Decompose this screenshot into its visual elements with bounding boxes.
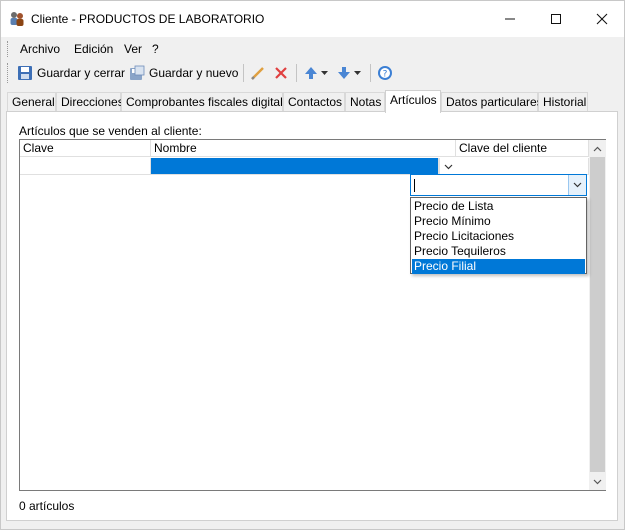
dropdown-option-precio-filial[interactable]: Precio Filial xyxy=(412,259,585,274)
menu-help[interactable]: ? xyxy=(152,42,159,56)
scroll-thumb[interactable] xyxy=(590,157,605,472)
dropdown-option-precio-lista[interactable]: Precio de Lista xyxy=(412,199,585,214)
toolbar-separator xyxy=(370,64,371,82)
edit-button[interactable] xyxy=(250,63,270,83)
tab-comprobantes[interactable]: Comprobantes fiscales digitales xyxy=(121,92,295,112)
cell-nombre[interactable] xyxy=(151,158,439,175)
save-close-button[interactable]: Guardar y cerrar xyxy=(17,63,125,83)
chevron-down-icon xyxy=(444,164,452,169)
edit-pencil-icon xyxy=(251,67,264,80)
menu-edicion[interactable]: Edición xyxy=(74,42,113,56)
help-icon: ? xyxy=(378,66,392,80)
arrow-up-icon xyxy=(305,67,317,79)
chevron-down-icon xyxy=(321,71,328,75)
minimize-button[interactable] xyxy=(487,1,533,37)
tab-historial[interactable]: Historial xyxy=(538,92,588,112)
column-header-clave-cliente[interactable]: Clave del cliente xyxy=(456,140,589,157)
dropdown-option-precio-licitaciones[interactable]: Precio Licitaciones xyxy=(412,229,585,244)
menu-bar: Archivo Edición Ver ? xyxy=(1,38,624,60)
close-button[interactable] xyxy=(579,1,625,37)
cell-nombre-dropdown-button[interactable] xyxy=(439,158,456,175)
save-new-icon xyxy=(130,65,145,80)
chevron-down-icon xyxy=(354,71,361,75)
articulos-panel: Artículos que se venden al cliente: Clav… xyxy=(6,111,618,521)
cell-clave[interactable] xyxy=(20,158,151,175)
save-icon xyxy=(18,66,32,80)
price-list-combo[interactable] xyxy=(410,174,587,196)
help-button[interactable]: ? xyxy=(377,63,397,83)
chevron-down-icon xyxy=(573,182,582,188)
client-app-icon xyxy=(10,12,24,26)
articulos-grid[interactable]: Clave Nombre Clave del cliente Precio de… xyxy=(19,139,606,491)
articulos-count: 0 artículos xyxy=(19,499,75,513)
save-close-label: Guardar y cerrar xyxy=(37,66,126,80)
menu-grip xyxy=(7,41,9,57)
toolbar-separator xyxy=(243,64,244,82)
chevron-down-icon xyxy=(593,479,602,484)
toolbar: Guardar y cerrar Guardar y nuevo ? xyxy=(1,60,624,86)
text-caret xyxy=(414,179,415,192)
maximize-icon xyxy=(551,14,561,24)
close-icon xyxy=(596,13,608,25)
move-up-button[interactable] xyxy=(303,63,328,83)
svg-text:?: ? xyxy=(383,70,388,80)
minimize-icon xyxy=(505,18,515,20)
cell-clave-cliente[interactable] xyxy=(456,158,589,175)
save-new-button[interactable]: Guardar y nuevo xyxy=(129,63,238,83)
tab-notas[interactable]: Notas xyxy=(345,92,385,112)
client-window: Cliente - PRODUCTOS DE LABORATORIO Archi… xyxy=(0,0,625,530)
title-bar: Cliente - PRODUCTOS DE LABORATORIO xyxy=(1,1,624,37)
save-new-label: Guardar y nuevo xyxy=(149,66,239,80)
menu-archivo[interactable]: Archivo xyxy=(20,42,60,56)
dropdown-option-precio-minimo[interactable]: Precio Mínimo xyxy=(412,214,585,229)
price-list-dropdown: Precio de Lista Precio Mínimo Precio Lic… xyxy=(410,197,587,274)
column-header-nombre[interactable]: Nombre xyxy=(151,140,456,157)
column-header-clave[interactable]: Clave xyxy=(20,140,151,157)
arrow-down-icon xyxy=(338,67,350,79)
menu-ver[interactable]: Ver xyxy=(124,42,142,56)
tab-contactos[interactable]: Contactos xyxy=(283,92,345,112)
window-title: Cliente - PRODUCTOS DE LABORATORIO xyxy=(31,12,265,26)
chevron-up-icon xyxy=(593,146,602,151)
tab-direcciones[interactable]: Direcciones xyxy=(56,92,124,112)
vertical-scrollbar[interactable] xyxy=(589,140,606,490)
scroll-up-button[interactable] xyxy=(589,140,606,157)
toolbar-separator xyxy=(296,64,297,82)
articulos-label: Artículos que se venden al cliente: xyxy=(19,124,202,138)
delete-x-icon xyxy=(275,67,287,79)
toolbar-grip xyxy=(7,63,9,83)
dropdown-option-precio-tequileros[interactable]: Precio Tequileros xyxy=(412,244,585,259)
tab-datos-particulares[interactable]: Datos particulares xyxy=(441,92,543,112)
delete-button[interactable] xyxy=(273,63,293,83)
move-down-button[interactable] xyxy=(336,63,361,83)
tab-strip: General Direcciones Comprobantes fiscale… xyxy=(1,90,624,113)
maximize-button[interactable] xyxy=(533,1,579,37)
scroll-down-button[interactable] xyxy=(589,473,606,490)
price-list-combo-button[interactable] xyxy=(568,175,586,195)
tab-general[interactable]: General xyxy=(7,92,56,112)
tab-articulos[interactable]: Artículos xyxy=(385,90,441,113)
